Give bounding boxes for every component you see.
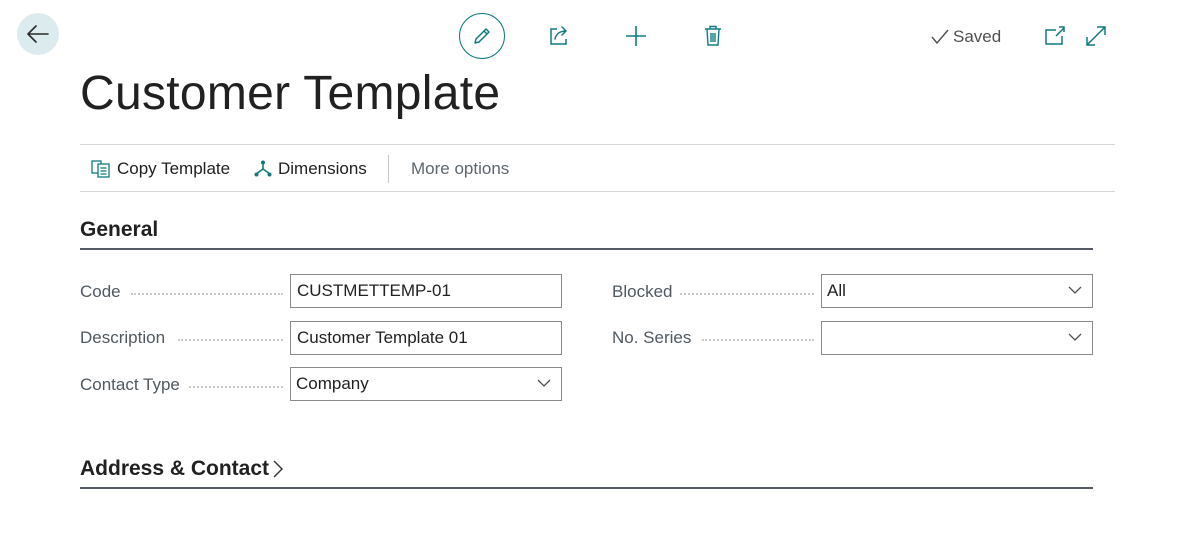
chevron-down-icon xyxy=(1068,333,1082,341)
code-label: Code xyxy=(80,282,121,301)
address-contact-section-rule xyxy=(80,487,1093,489)
contact-type-select[interactable]: Company xyxy=(290,367,562,401)
blocked-leader xyxy=(680,292,814,295)
no-series-label: No. Series xyxy=(612,328,692,347)
delete-button[interactable] xyxy=(700,22,726,50)
open-new-window-button[interactable] xyxy=(1043,24,1067,48)
blocked-select[interactable]: All xyxy=(821,274,1093,308)
general-section-rule xyxy=(80,248,1093,250)
new-button[interactable] xyxy=(623,23,649,49)
page-title: Customer Template xyxy=(80,67,501,120)
code-leader xyxy=(131,292,283,295)
chevron-down-icon xyxy=(1068,286,1082,294)
address-contact-section-heading[interactable]: Address & Contact xyxy=(80,457,284,481)
contact-type-leader xyxy=(189,385,283,388)
code-field[interactable]: CUSTMETTEMP-01 xyxy=(290,274,562,308)
saved-status: Saved xyxy=(931,24,1001,50)
share-icon xyxy=(550,26,567,45)
trash-icon xyxy=(705,25,721,46)
dimensions-label: Dimensions xyxy=(278,159,367,178)
address-contact-label: Address & Contact xyxy=(80,457,270,480)
plus-icon xyxy=(626,26,646,46)
saved-label: Saved xyxy=(953,27,1002,46)
open-in-new-window-icon xyxy=(1045,26,1065,45)
blocked-label: Blocked xyxy=(612,282,673,301)
contact-type-value: Company xyxy=(296,374,369,393)
copy-template-label: Copy Template xyxy=(117,159,231,178)
no-series-select[interactable] xyxy=(821,321,1093,355)
dimensions-icon xyxy=(254,160,272,177)
back-button[interactable] xyxy=(17,13,59,55)
no-series-leader xyxy=(702,338,814,341)
expand-button[interactable] xyxy=(1083,23,1109,49)
action-bar: Copy Template Dimensions More options xyxy=(80,144,1115,192)
description-field[interactable]: Customer Template 01 xyxy=(290,321,562,355)
chevron-right-icon xyxy=(273,460,284,478)
pencil-icon xyxy=(474,28,490,44)
more-options-button[interactable]: More options xyxy=(411,145,509,193)
share-button[interactable] xyxy=(545,22,573,50)
description-label: Description xyxy=(80,328,166,347)
check-icon xyxy=(931,29,949,45)
chevron-down-icon xyxy=(537,379,551,387)
copy-template-action[interactable]: Copy Template xyxy=(91,145,230,193)
contact-type-label: Contact Type xyxy=(80,375,180,394)
description-leader xyxy=(178,338,283,341)
copy-icon xyxy=(91,160,110,178)
description-value: Customer Template 01 xyxy=(297,328,468,347)
arrow-left-icon xyxy=(27,25,49,43)
dimensions-action[interactable]: Dimensions xyxy=(254,145,367,193)
blocked-value: All xyxy=(827,281,846,300)
general-section-heading[interactable]: General xyxy=(80,218,158,242)
action-divider xyxy=(388,155,389,183)
code-value: CUSTMETTEMP-01 xyxy=(297,281,451,300)
edit-button[interactable] xyxy=(459,13,505,59)
expand-icon xyxy=(1086,26,1106,46)
